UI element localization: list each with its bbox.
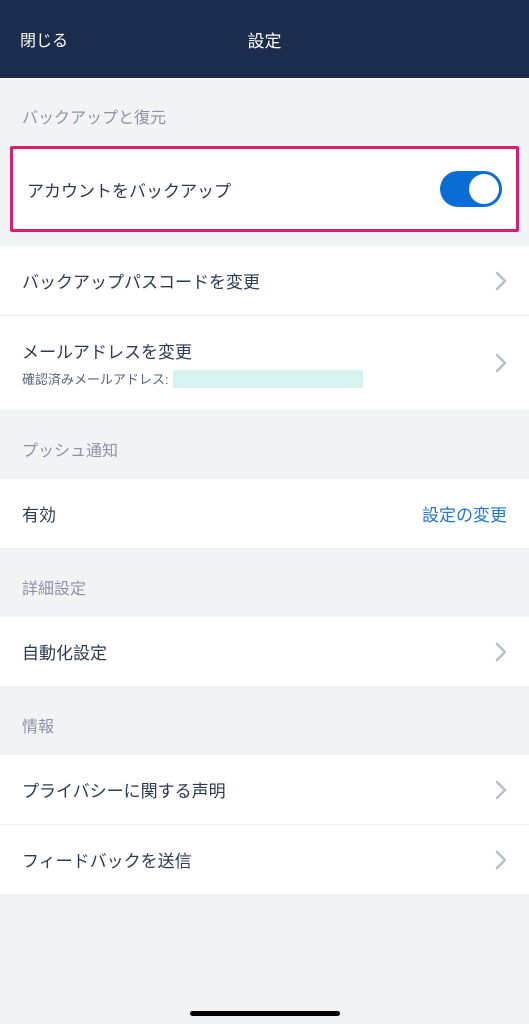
automation-row[interactable]: 自動化設定 [0,617,529,687]
push-change-link[interactable]: 設定の変更 [422,501,507,526]
backup-account-row[interactable]: アカウントをバックアップ [13,149,516,229]
section-header-push: プッシュ通知 [0,411,529,479]
toggle-knob [469,174,499,204]
backup-account-toggle[interactable] [440,171,502,207]
change-email-label: メールアドレスを変更 [22,338,363,363]
backup-account-highlight: アカウントをバックアップ [10,146,519,232]
section-header-info: 情報 [0,687,529,755]
push-notification-row: 有効 設定の変更 [0,479,529,549]
chevron-right-icon [495,271,507,291]
section-header-advanced: 詳細設定 [0,549,529,617]
push-status-label: 有効 [22,501,56,526]
page-title: 設定 [248,27,282,52]
backup-account-label: アカウントをバックアップ [27,177,231,202]
chevron-right-icon [495,642,507,662]
automation-label: 自動化設定 [22,639,107,664]
feedback-label: フィードバックを送信 [22,847,192,872]
section-header-backup: バックアップと復元 [0,78,529,146]
header-bar: 閉じる 設定 [0,0,529,78]
change-passcode-row[interactable]: バックアップパスコードを変更 [0,246,529,316]
change-email-sublabel: 確認済みメールアドレス: [22,369,363,388]
privacy-label: プライバシーに関する声明 [22,777,226,802]
chevron-right-icon [495,780,507,800]
home-indicator [190,1011,340,1016]
chevron-right-icon [495,850,507,870]
change-email-row[interactable]: メールアドレスを変更 確認済みメールアドレス: [0,316,529,411]
redacted-email [173,370,363,388]
feedback-row[interactable]: フィードバックを送信 [0,825,529,894]
privacy-row[interactable]: プライバシーに関する声明 [0,755,529,825]
close-button[interactable]: 閉じる [20,27,68,51]
change-passcode-label: バックアップパスコードを変更 [22,268,260,293]
chevron-right-icon [495,353,507,373]
